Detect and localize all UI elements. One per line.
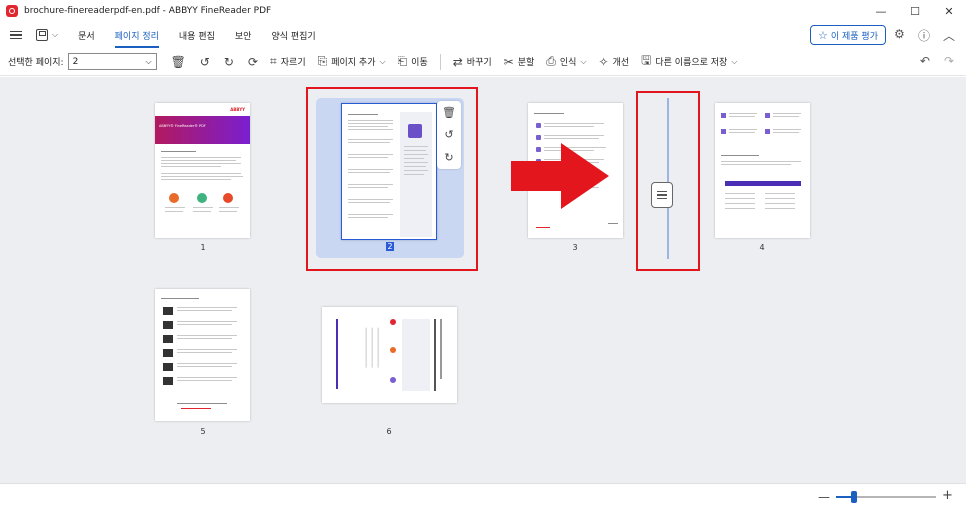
undo-icon[interactable]: ↶ (920, 54, 930, 68)
window-title: brochure-finereaderpdf-en.pdf - ABBYY Fi… (24, 6, 272, 16)
collapse-ribbon-icon[interactable]: ︿ (943, 27, 955, 44)
rotate-left-icon[interactable]: ↺ (200, 55, 210, 69)
crop-button[interactable]: ⌗ 자르기 (270, 54, 306, 69)
chevron-down-icon: ⌵ (580, 56, 587, 66)
save-as-label: 다른 이름으로 저장 (655, 58, 728, 68)
settings-gear-icon[interactable]: ⚙ (894, 27, 905, 41)
page-thumbnail-1[interactable]: ABBYY ABBYY® FineReader® PDF (155, 103, 250, 238)
move-page-icon: ⎗ (397, 54, 408, 68)
improve-button[interactable]: ✧ 개선 (599, 55, 630, 69)
rate-product-button[interactable]: ☆ 이 제품 평가 (810, 25, 886, 45)
page-thumbnail-6[interactable] (322, 307, 457, 403)
menu-bar: ⌵ 문서 페이지 정리 내용 편집 보안 양식 편집기 ☆ 이 제품 평가 ⚙ … (0, 22, 966, 48)
add-page-icon: ⎘ (317, 54, 328, 68)
page-number-3: 3 (572, 243, 578, 252)
split-label: 분할 (517, 58, 535, 68)
recognize-button[interactable]: ⎙ 인식 ⌵ (546, 54, 586, 69)
crop-icon: ⌗ (270, 54, 277, 68)
save-icon[interactable] (36, 29, 48, 41)
page-thumbnail-5[interactable] (155, 289, 250, 421)
red-arrow-indicator (511, 143, 609, 209)
split-button[interactable]: ✂ 분할 (504, 55, 535, 69)
crop-label: 자르기 (280, 58, 306, 68)
status-bar: — + (0, 483, 966, 510)
menu-security[interactable]: 보안 (235, 23, 252, 48)
selected-pages-value: 2 (72, 56, 79, 67)
page-number-4: 4 (759, 243, 765, 252)
page-1-banner-title: ABBYY® FineReader® PDF (159, 124, 206, 128)
zoom-slider-thumb[interactable] (851, 491, 857, 503)
minimize-button[interactable]: — (864, 0, 898, 22)
delete-page-icon[interactable]: 🗑 (171, 55, 186, 69)
move-label: 이동 (411, 58, 428, 68)
star-icon: ☆ (818, 28, 828, 42)
improve-label: 개선 (612, 58, 630, 68)
replace-page-icon: ⇄ (452, 54, 463, 69)
page-thumbnails-area[interactable] (0, 77, 966, 483)
help-icon[interactable]: ⓘ (918, 27, 930, 44)
add-page-label: 페이지 추가 (331, 58, 376, 68)
recognize-icon: ⎙ (546, 54, 556, 68)
redo-icon[interactable]: ↷ (944, 54, 954, 68)
abbyy-logo-icon (6, 5, 18, 17)
page-number-6: 6 (386, 427, 392, 436)
zoom-in-button[interactable]: + (942, 488, 953, 503)
window-controls: — ☐ ✕ (864, 0, 966, 22)
move-button[interactable]: ⎗ 이동 (398, 54, 428, 69)
highlight-frame-page-2 (306, 87, 478, 271)
page-toolbar: 선택한 페이지: 2 ⌵ 🗑 ↺ ↻ ⟳ ⌗ 자르기 ⎘ 페이지 추가 ⌵ ⎗ 이동 ⇄… (0, 48, 966, 76)
rotate-right-icon[interactable]: ↻ (224, 55, 234, 69)
replace-label: 바꾸기 (466, 58, 492, 68)
zoom-out-button[interactable]: — (818, 490, 830, 504)
scissors-icon: ✂ (503, 54, 514, 69)
maximize-button[interactable]: ☐ (898, 0, 932, 22)
hamburger-menu-icon[interactable] (10, 28, 22, 42)
highlight-frame-insert-point (636, 91, 700, 271)
add-page-button[interactable]: ⎘ 페이지 추가 ⌵ (318, 54, 386, 69)
rate-product-label: 이 제품 평가 (830, 31, 878, 42)
close-button[interactable]: ✕ (932, 0, 966, 22)
page-number-1: 1 (200, 243, 206, 252)
menu-document[interactable]: 문서 (78, 23, 95, 48)
title-bar: brochure-finereaderpdf-en.pdf - ABBYY Fi… (0, 0, 966, 22)
magic-wand-icon: ✧ (598, 54, 609, 69)
zoom-slider[interactable] (836, 491, 936, 503)
selected-pages-label: 선택한 페이지: (8, 58, 64, 68)
selected-pages-input[interactable]: 2 ⌵ (67, 53, 157, 70)
chevron-down-icon: ⌵ (379, 56, 386, 66)
menu-form-editor[interactable]: 양식 편집기 (271, 23, 315, 48)
auto-rotate-icon[interactable]: ⟳ (248, 55, 258, 69)
replace-button[interactable]: ⇄ 바꾸기 (453, 55, 492, 69)
page-number-5: 5 (200, 427, 206, 436)
page-thumbnail-4[interactable] (715, 103, 810, 238)
save-as-icon: 🖫 (641, 53, 652, 67)
chevron-down-icon: ⌵ (145, 56, 152, 66)
chevron-down-icon[interactable]: ⌵ (52, 30, 58, 40)
chevron-down-icon: ⌵ (731, 56, 738, 66)
recognize-label: 인식 (559, 58, 577, 68)
save-as-button[interactable]: 🖫 다른 이름으로 저장 ⌵ (641, 51, 737, 72)
page-1-brand: ABBYY (230, 107, 245, 112)
page-1-banner: ABBYY® FineReader® PDF (155, 116, 250, 144)
menu-organize-pages[interactable]: 페이지 정리 (114, 23, 160, 48)
toolbar-divider (439, 53, 441, 70)
menu-edit-content[interactable]: 내용 편집 (179, 23, 215, 48)
